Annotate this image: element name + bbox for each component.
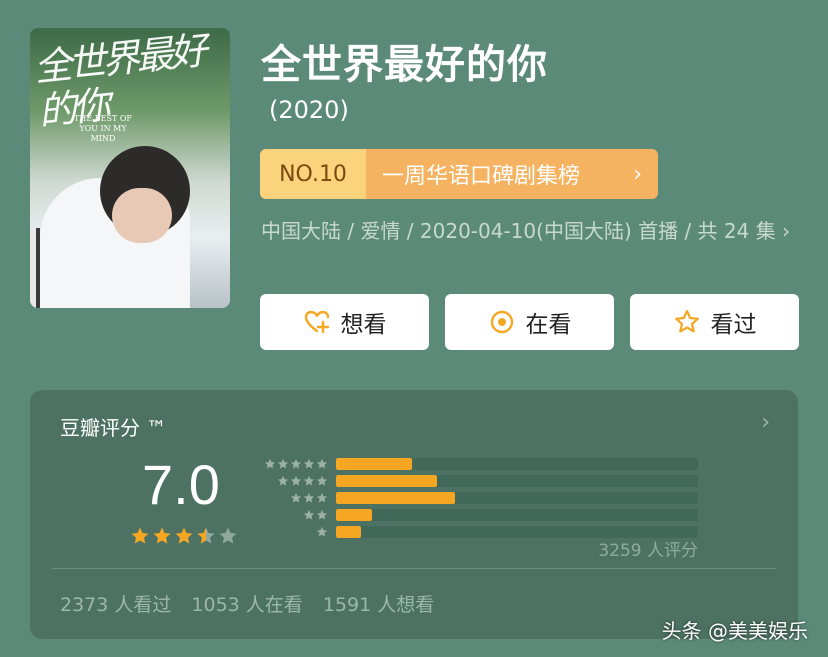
distribution-row bbox=[258, 473, 698, 489]
rating-heading: 豆瓣评分 ™ bbox=[60, 416, 167, 440]
mini-star-icon bbox=[290, 492, 302, 503]
mini-star-icon bbox=[316, 526, 328, 537]
poster-image[interactable]: 全世界最好的你 THE BEST OF YOU IN MY MIND bbox=[30, 28, 230, 308]
watching-button[interactable]: 在看 bbox=[445, 294, 614, 350]
distribution-stars bbox=[258, 509, 328, 521]
star-outline-icon bbox=[674, 309, 699, 333]
mini-star-icon bbox=[290, 458, 302, 469]
distribution-bar bbox=[336, 509, 373, 521]
distribution-row bbox=[258, 456, 698, 472]
mini-star-icon bbox=[277, 458, 289, 469]
star-icon bbox=[219, 527, 237, 544]
distribution-stars bbox=[258, 458, 328, 470]
action-buttons: 想看 在看 看过 bbox=[260, 294, 799, 350]
rating-stars bbox=[130, 526, 238, 546]
star-icon bbox=[197, 527, 215, 544]
star-icon bbox=[175, 527, 193, 544]
distribution-track bbox=[336, 458, 698, 470]
mini-star-icon bbox=[316, 458, 328, 469]
distribution-stars bbox=[258, 492, 328, 504]
watched-count: 2373 人看过 bbox=[60, 594, 172, 616]
chevron-right-icon: › bbox=[782, 219, 791, 243]
mini-star-icon bbox=[277, 475, 289, 486]
meta-text: 中国大陆 / 爱情 / 2020-04-10(中国大陆) 首播 / 共 24 集 bbox=[261, 219, 776, 243]
heart-plus-icon bbox=[304, 310, 329, 334]
show-year: (2020) bbox=[269, 96, 349, 124]
distribution-stars bbox=[258, 526, 328, 538]
distribution-bar bbox=[336, 526, 362, 538]
mini-star-icon bbox=[316, 475, 328, 486]
show-title: 全世界最好的你 bbox=[261, 42, 548, 88]
want-button[interactable]: 想看 bbox=[260, 294, 429, 350]
watching-button-label: 在看 bbox=[525, 312, 572, 338]
rank-banner[interactable]: NO.10 一周华语口碑剧集榜 › bbox=[260, 149, 658, 199]
mini-star-icon bbox=[303, 492, 315, 503]
mini-star-icon bbox=[303, 458, 315, 469]
mini-star-icon bbox=[316, 509, 328, 520]
rating-count: 3259 人评分 bbox=[598, 541, 698, 561]
mini-star-icon bbox=[303, 475, 315, 486]
mini-star-icon bbox=[303, 509, 315, 520]
distribution-stars bbox=[258, 475, 328, 487]
poster-figure bbox=[112, 188, 172, 243]
distribution-bar bbox=[336, 458, 413, 470]
mini-star-icon bbox=[316, 492, 328, 503]
rating-score: 7.0 bbox=[142, 453, 220, 516]
distribution-track bbox=[336, 509, 698, 521]
target-icon bbox=[490, 310, 513, 334]
distribution-track bbox=[336, 475, 698, 487]
want-button-label: 想看 bbox=[340, 312, 387, 338]
distribution-row bbox=[258, 507, 698, 523]
distribution-bar bbox=[336, 475, 438, 487]
poster-english-title: THE BEST OF YOU IN MY MIND bbox=[74, 114, 132, 143]
distribution-row bbox=[258, 490, 698, 506]
rank-list-label: 一周华语口碑剧集榜 bbox=[382, 164, 581, 189]
chevron-right-icon[interactable]: › bbox=[761, 410, 770, 435]
divider bbox=[52, 568, 776, 569]
star-icon bbox=[131, 527, 149, 544]
mini-star-icon bbox=[290, 475, 302, 486]
watched-button[interactable]: 看过 bbox=[630, 294, 799, 350]
show-meta[interactable]: 中国大陆 / 爱情 / 2020-04-10(中国大陆) 首播 / 共 24 集… bbox=[261, 218, 801, 245]
rating-stats: 2373 人看过 1053 人在看 1591 人想看 bbox=[60, 590, 434, 617]
chevron-right-icon: › bbox=[633, 161, 642, 187]
rank-number: NO.10 bbox=[260, 149, 366, 199]
watching-count: 1053 人在看 bbox=[191, 594, 303, 616]
mini-star-icon bbox=[264, 458, 276, 469]
distribution-bar bbox=[336, 492, 456, 504]
rating-distribution bbox=[258, 456, 698, 541]
rank-list: 一周华语口碑剧集榜 › bbox=[366, 149, 658, 199]
watched-button-label: 看过 bbox=[710, 312, 757, 338]
rating-card[interactable]: 豆瓣评分 ™ › 7.0 3259 人评分 2373 人看过 1053 人在看 … bbox=[30, 390, 798, 639]
star-icon bbox=[153, 527, 171, 544]
distribution-track bbox=[336, 492, 698, 504]
watermark: 头条 @美美娱乐 bbox=[661, 619, 808, 643]
want-count: 1591 人想看 bbox=[322, 594, 435, 616]
